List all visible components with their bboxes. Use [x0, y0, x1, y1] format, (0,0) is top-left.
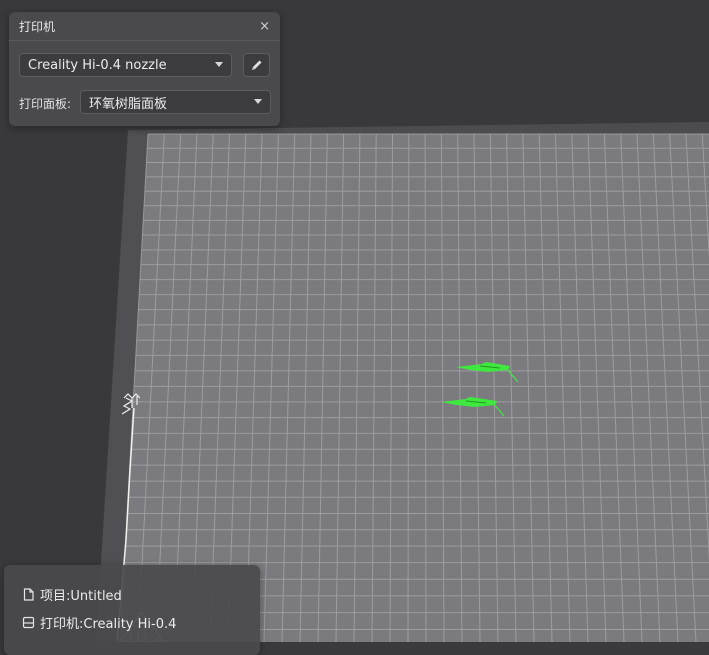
chevron-down-icon	[254, 99, 262, 104]
pencil-icon	[251, 60, 261, 70]
nozzle-select-value: Creality Hi-0.4 nozzle	[28, 57, 167, 73]
project-name: 项目:Untitled	[40, 589, 122, 604]
printer-status: 打印机:Creality Hi-0.4	[22, 613, 176, 632]
printer-panel-header: 打印机 ×	[9, 12, 280, 40]
bed-label: 打印面板:	[19, 97, 72, 111]
printer-panel-title: 打印机	[19, 19, 56, 34]
panel-divider	[9, 40, 280, 41]
printer-name: 打印机:Creality Hi-0.4	[40, 617, 177, 632]
project-status: 项目:Untitled	[22, 585, 122, 604]
printer-panel: 打印机 × Creality Hi-0.4 nozzle 打印面板: 环氧树脂面…	[9, 12, 280, 126]
nozzle-select[interactable]: Creality Hi-0.4 nozzle	[19, 53, 232, 77]
printer-icon	[22, 616, 35, 629]
edit-printer-button[interactable]	[243, 53, 270, 77]
chevron-down-icon	[215, 62, 223, 67]
close-icon[interactable]: ×	[259, 20, 270, 33]
file-icon	[23, 588, 34, 601]
bed-select[interactable]: 环氧树脂面板	[80, 90, 271, 114]
bed-select-value: 环氧树脂面板	[89, 96, 168, 112]
